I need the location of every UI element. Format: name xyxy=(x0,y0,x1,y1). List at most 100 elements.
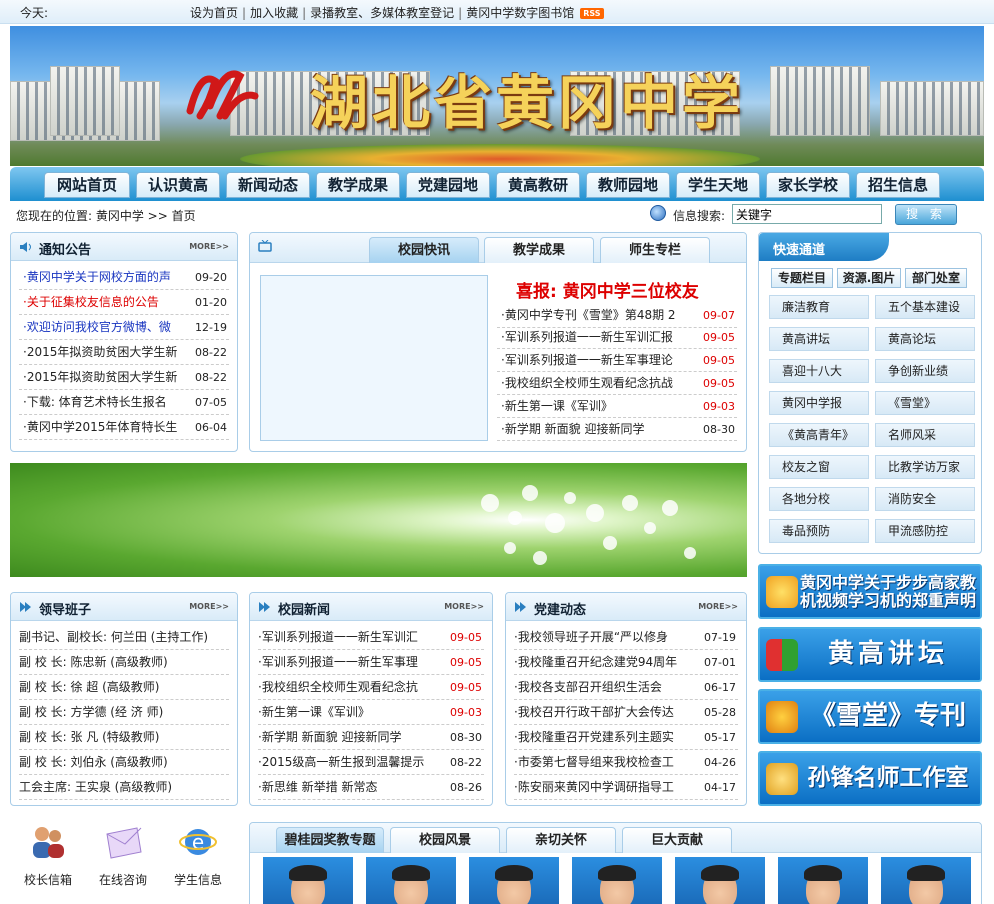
teacher-photo[interactable] xyxy=(778,857,868,904)
tab-teaching-results[interactable]: 教学成果 xyxy=(484,237,594,263)
nav-parents[interactable]: 家长学校 xyxy=(766,172,850,198)
more-link[interactable]: MORE>> xyxy=(444,602,484,611)
teacher-photo[interactable] xyxy=(469,857,559,904)
quick-link[interactable]: 甲流感防控 xyxy=(875,519,975,543)
tab-column[interactable]: 师生专栏 xyxy=(600,237,710,263)
quick-link[interactable]: 名师风采 xyxy=(875,423,975,447)
nav-students[interactable]: 学生天地 xyxy=(676,172,760,198)
more-link[interactable]: MORE>> xyxy=(698,602,738,611)
nav-party[interactable]: 党建园地 xyxy=(406,172,490,198)
quick-link[interactable]: 毒品预防 xyxy=(769,519,869,543)
list-item[interactable]: ·下载: 体育艺术特长生报名 07-05 xyxy=(19,390,229,415)
set-homepage-link[interactable]: 设为首页 xyxy=(190,6,238,20)
list-item[interactable]: ·市委第七督导组来我校检查工 04-26 xyxy=(514,750,738,775)
ad-journal[interactable]: 《雪堂》专刊 xyxy=(758,689,982,744)
list-item[interactable]: ·我校隆重召开党建系列主题实 05-17 xyxy=(514,725,738,750)
tab-campus-news[interactable]: 校园快讯 xyxy=(369,237,479,263)
quick-link[interactable]: 《黄高青年》 xyxy=(769,423,869,447)
quick-link[interactable]: 黄高论坛 xyxy=(875,327,975,351)
nav-research[interactable]: 黄高教研 xyxy=(496,172,580,198)
quick-panel: 快速通道 专题栏目 资源.图片 部门处室 廉洁教育 五个基本建设 黄高讲坛 黄高论坛喜… xyxy=(758,232,982,554)
tag-departments[interactable]: 部门处室 xyxy=(905,268,967,288)
building-image xyxy=(770,66,870,136)
teacher-photo[interactable] xyxy=(366,857,456,904)
teacher-photo[interactable] xyxy=(881,857,971,904)
list-item[interactable]: ·我校各支部召开组织生活会 06-17 xyxy=(514,675,738,700)
nav-about[interactable]: 认识黄高 xyxy=(136,172,220,198)
nav-home[interactable]: 网站首页 xyxy=(44,172,130,198)
list-item[interactable]: ·我校召开行政干部扩大会传达 05-28 xyxy=(514,700,738,725)
tab-award[interactable]: 碧桂园奖教专题 xyxy=(276,827,384,853)
list-item[interactable]: ·2015年拟资助贫困大学生新 08-22 xyxy=(19,365,229,390)
quick-link[interactable]: 廉洁教育 xyxy=(769,295,869,319)
list-item[interactable]: ·黄冈中学关于网校方面的声 09-20 xyxy=(19,265,229,290)
list-item[interactable]: ·军训系列报道一一新生军训汇报 09-05 xyxy=(497,326,737,349)
rss-icon[interactable]: RSS xyxy=(580,8,604,19)
list-item[interactable]: ·军训系列报道一一新生军训汇 09-05 xyxy=(258,625,484,650)
tab-contribution[interactable]: 巨大贡献 xyxy=(622,827,732,853)
quick-link[interactable]: 各地分校 xyxy=(769,487,869,511)
top-bar: 今天: 设为首页 | 加入收藏 | 录播教室、多媒体教室登记 | 黄冈中学数字图书馆 RSS xyxy=(0,0,994,24)
quick-link[interactable]: 五个基本建设 xyxy=(875,295,975,319)
people-icon xyxy=(33,827,64,858)
list-item[interactable]: ·我校隆重召开纪念建党94周年 07-01 xyxy=(514,650,738,675)
nav-teaching-results[interactable]: 教学成果 xyxy=(316,172,400,198)
leaders-header: 领导班子 MORE>> xyxy=(11,593,237,621)
list-item[interactable]: ·我校组织全校师生观看纪念抗 09-05 xyxy=(258,675,484,700)
more-link[interactable]: MORE>> xyxy=(189,242,229,251)
list-item[interactable]: ·关于征集校友信息的公告 01-20 xyxy=(19,290,229,315)
list-item[interactable]: ·我校领导班子开展“严以修身 07-19 xyxy=(514,625,738,650)
tag-topics[interactable]: 专题栏目 xyxy=(771,268,833,288)
principal-mailbox-button[interactable]: 校长信箱 xyxy=(18,822,78,888)
list-item[interactable]: ·陈安丽来黄冈中学调研指导工 04-17 xyxy=(514,775,738,800)
list-item[interactable]: ·军训系列报道一一新生军事理 09-05 xyxy=(258,650,484,675)
nav-teachers[interactable]: 教师园地 xyxy=(586,172,670,198)
list-item[interactable]: ·我校组织全校师生观看纪念抗战 09-05 xyxy=(497,372,737,395)
tag-resources[interactable]: 资源.图片 xyxy=(837,268,901,288)
list-item[interactable]: ·2015年拟资助贫困大学生新 08-22 xyxy=(19,340,229,365)
list-item[interactable]: ·军训系列报道一一新生军事理论 09-05 xyxy=(497,349,737,372)
student-info-button[interactable]: e 学生信息 xyxy=(168,822,228,888)
leader-row: 副 校 长: 张 凡 (特级教师) xyxy=(19,725,229,750)
list-item[interactable]: ·黄冈中学2015年体育特长生 06-04 xyxy=(19,415,229,440)
digital-library-link[interactable]: 黄冈中学数字图书馆 xyxy=(466,6,574,20)
list-item[interactable]: ·黄冈中学专刊《雪堂》第48期 2 09-07 xyxy=(497,303,737,328)
search-input[interactable] xyxy=(732,204,882,224)
leader-row: 副 校 长: 方学德 (经 济 师) xyxy=(19,700,229,725)
ad-studio[interactable]: 孙锋名师工作室 xyxy=(758,751,982,806)
quick-link[interactable]: 黄冈中学报 xyxy=(769,391,869,415)
ad-statement[interactable]: 黄冈中学关于步步高家教机视频学习机的郑重声明 xyxy=(758,564,982,619)
list-item[interactable]: ·新学期 新面貌 迎接新同学 08-30 xyxy=(497,418,737,441)
teacher-photo[interactable] xyxy=(263,857,353,904)
notice-header: 通知公告 MORE>> xyxy=(11,233,237,261)
nav-news[interactable]: 新闻动态 xyxy=(226,172,310,198)
list-item[interactable]: ·2015级高一新生报到温馨提示 08-22 xyxy=(258,750,484,775)
search-button[interactable]: 搜 索 xyxy=(895,204,957,225)
add-favorite-link[interactable]: 加入收藏 xyxy=(250,6,298,20)
classroom-register-link[interactable]: 录播教室、多媒体教室登记 xyxy=(310,6,454,20)
list-item[interactable]: ·新思维 新举措 新常态 08-26 xyxy=(258,775,484,800)
quick-link[interactable]: 比教学访万家 xyxy=(875,455,975,479)
quick-link[interactable]: 黄高讲坛 xyxy=(769,327,869,351)
ad-lecture[interactable]: 黄高讲坛 xyxy=(758,627,982,682)
headline[interactable]: 喜报: 黄冈中学三位校友 xyxy=(516,277,699,302)
list-item[interactable]: ·新生第一课《军训》 09-03 xyxy=(497,395,737,418)
news-image-placeholder[interactable] xyxy=(260,275,488,441)
list-item[interactable]: ·欢迎访问我校官方微博、微 12-19 xyxy=(19,315,229,340)
list-item[interactable]: ·新学期 新面貌 迎接新同学 08-30 xyxy=(258,725,484,750)
teacher-photo[interactable] xyxy=(675,857,765,904)
quick-link[interactable]: 争创新业绩 xyxy=(875,359,975,383)
quick-link[interactable]: 消防安全 xyxy=(875,487,975,511)
quick-link[interactable]: 《雪堂》 xyxy=(875,391,975,415)
quick-link[interactable]: 喜迎十八大 xyxy=(769,359,869,383)
quick-title: 快速通道 xyxy=(773,243,826,258)
teacher-photo[interactable] xyxy=(572,857,662,904)
top-links: 设为首页 | 加入收藏 | 录播教室、多媒体教室登记 | 黄冈中学数字图书馆 RSS xyxy=(190,4,604,21)
more-link[interactable]: MORE>> xyxy=(189,602,229,611)
tab-care[interactable]: 亲切关怀 xyxy=(506,827,616,853)
quick-link[interactable]: 校友之窗 xyxy=(769,455,869,479)
tab-scenery[interactable]: 校园风景 xyxy=(390,827,500,853)
nav-admissions[interactable]: 招生信息 xyxy=(856,172,940,198)
online-consult-button[interactable]: 在线咨询 xyxy=(93,822,153,888)
list-item[interactable]: ·新生第一课《军训》 09-03 xyxy=(258,700,484,725)
